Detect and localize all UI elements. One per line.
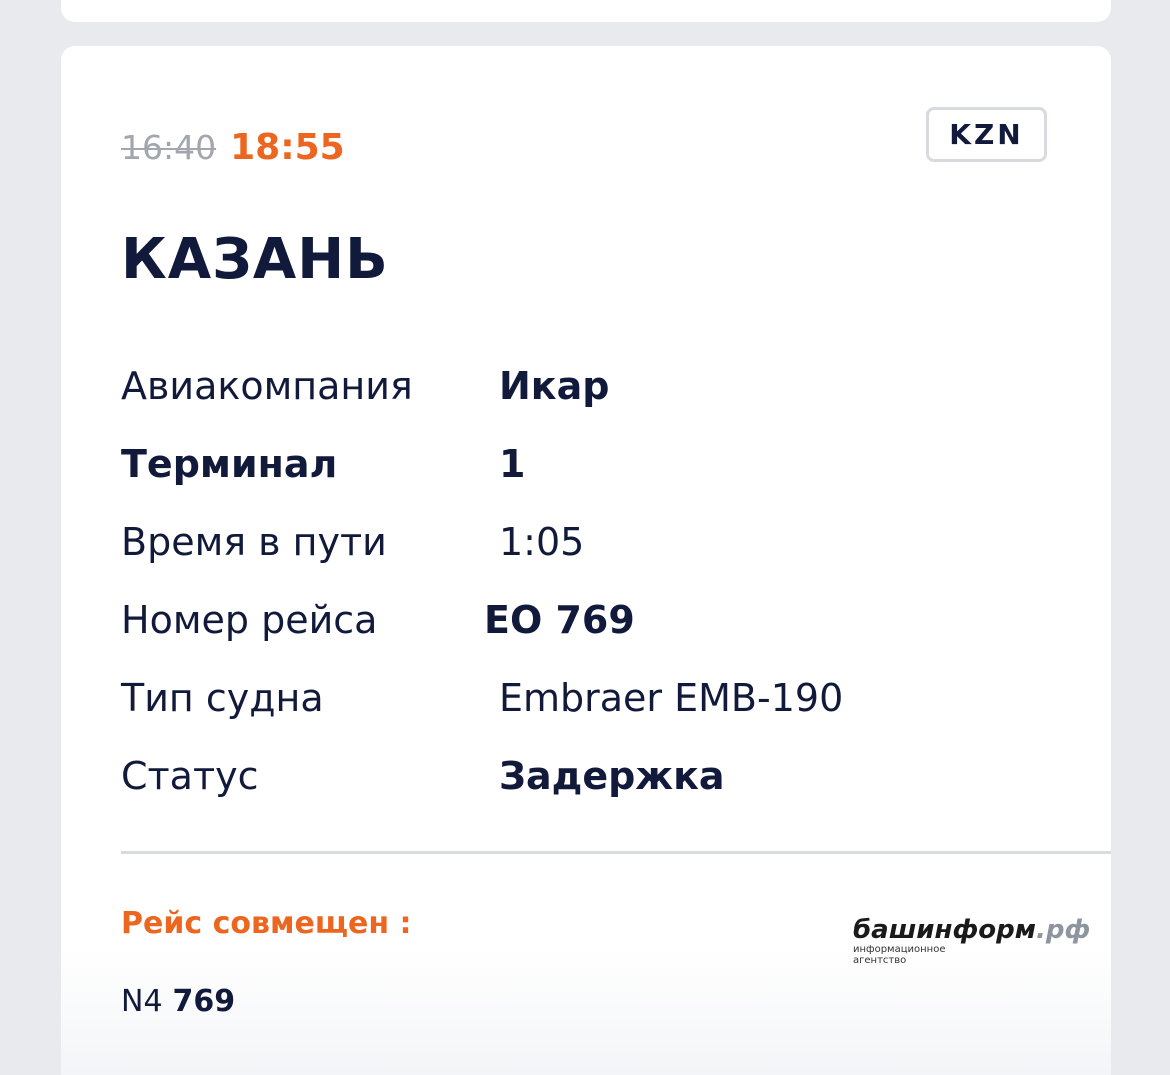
watermark-subtitle-2: агентство	[853, 955, 907, 966]
watermark-subtitle-1: информационное	[853, 944, 946, 955]
codeshare-title: Рейс совмещен :	[121, 906, 412, 941]
detail-label-terminal: Терминал	[121, 442, 338, 486]
previous-flight-card[interactable]	[61, 0, 1111, 22]
codeshare-airline-code: N4	[121, 984, 163, 1019]
detail-row-status: Статус Задержка	[121, 752, 1021, 800]
detail-row-airline: Авиакомпания Икар	[121, 362, 1021, 410]
destination-city: КАЗАНЬ	[121, 227, 389, 292]
codeshare-flight-number: 769	[172, 984, 236, 1019]
detail-value-airline: Икар	[499, 364, 610, 408]
expected-time: 18:55	[230, 127, 345, 168]
detail-value-aircraft: Embraer EMB-190	[499, 676, 844, 720]
scheduled-time: 16:40	[121, 128, 217, 167]
detail-label-aircraft: Тип судна	[121, 676, 324, 720]
detail-label-flight-number: Номер рейса	[121, 598, 378, 642]
detail-value-status: Задержка	[499, 754, 725, 798]
detail-row-aircraft: Тип судна Embraer EMB-190	[121, 674, 1021, 722]
flight-times: 16:40 18:55	[121, 128, 345, 168]
detail-row-terminal: Терминал 1	[121, 440, 1021, 488]
divider	[121, 851, 1111, 854]
detail-row-duration: Время в пути 1:05	[121, 518, 1021, 566]
detail-value-duration: 1:05	[499, 520, 585, 564]
detail-row-flight-number: Номер рейса EO 769	[121, 596, 1021, 644]
detail-value-terminal: 1	[499, 442, 526, 486]
detail-label-duration: Время в пути	[121, 520, 387, 564]
watermark-brand: башинформ	[853, 915, 1037, 945]
detail-label-status: Статус	[121, 754, 259, 798]
detail-value-flight-number: EO 769	[484, 598, 635, 642]
airport-code-badge: KZN	[926, 107, 1047, 162]
detail-label-airline: Авиакомпания	[121, 364, 413, 408]
watermark-name: башинформ.рф	[853, 915, 1090, 945]
watermark-domain: .рф	[1036, 915, 1091, 945]
codeshare-flight: N4 769	[121, 982, 235, 1022]
flight-card[interactable]: 16:40 18:55 KZN КАЗАНЬ Авиакомпания Икар …	[61, 46, 1111, 1075]
bashinform-watermark-logo: башинформ.рф информационное агентство	[853, 915, 1090, 968]
